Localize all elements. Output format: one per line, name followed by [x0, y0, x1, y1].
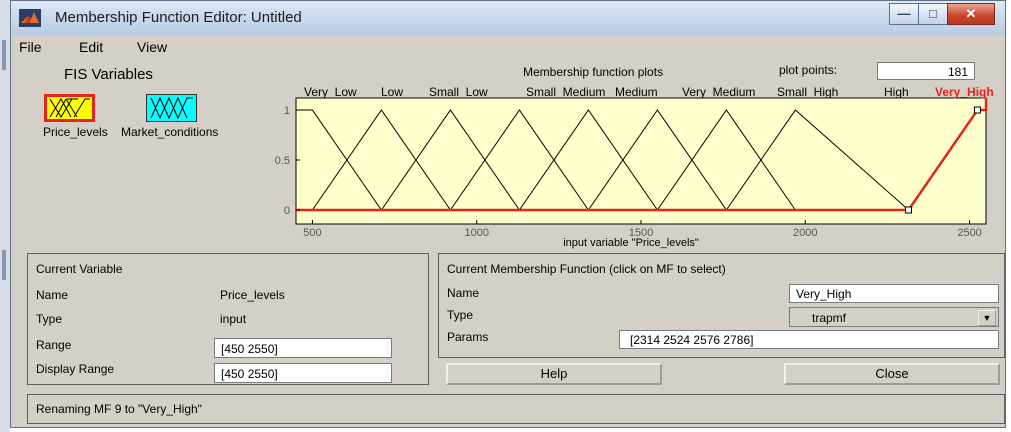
mf-label[interactable]: Small_Low [429, 85, 488, 99]
x-tick-label: 2500 [957, 227, 981, 239]
current-mf-panel: Current Membership Function (click on MF… [438, 253, 1005, 358]
mf-label[interactable]: Low [381, 85, 403, 99]
membership-function-plot: Very_Low Low Small_Low Small_Medium Medium Ve… [275, 85, 994, 249]
status-message: Renaming MF 9 to "Very_High" [36, 402, 202, 416]
plot-area[interactable] [295, 97, 987, 225]
background-desktop-strip [0, 0, 10, 432]
close-button[interactable]: Close [784, 363, 1000, 385]
x-tick-label: 2000 [793, 227, 817, 239]
x-tick-label: 500 [303, 227, 321, 239]
variable-name-value: Price_levels [220, 288, 285, 302]
mf-type-label: Type [447, 308, 474, 322]
mf-editor-window: Membership Function Editor: Untitled — □… [10, 0, 1006, 428]
y-tick-label: 1 [284, 105, 290, 117]
current-variable-header: Current Variable [36, 262, 123, 276]
variable-type-label: Type [36, 312, 63, 326]
mf-params-input[interactable]: [2314 2524 2576 2786] [619, 330, 999, 349]
range-input[interactable]: [450 2550] [214, 338, 392, 358]
mf-label[interactable]: Very_Low [304, 85, 357, 99]
mf-label[interactable]: Medium [615, 85, 658, 99]
mf-label[interactable]: Small_High [777, 85, 838, 99]
chevron-down-icon[interactable]: ▼ [978, 310, 996, 326]
mf-type-value: trapmf [812, 311, 847, 325]
mf-name-input[interactable]: Very_High [789, 284, 999, 303]
mf-name-label: Name [447, 286, 480, 300]
current-variable-panel: Current Variable Name Price_levels Type … [27, 253, 429, 385]
x-tick-label: 1000 [464, 227, 488, 239]
mf-label[interactable]: Very_Medium [682, 85, 755, 99]
variable-type-value: input [220, 312, 247, 326]
mf-drag-handle[interactable] [904, 206, 912, 214]
mf-label[interactable]: Small_Medium [526, 85, 605, 99]
current-mf-header: Current Membership Function (click on MF… [447, 262, 726, 276]
variable-name-label: Name [36, 288, 69, 302]
strip-mark [2, 40, 6, 70]
mf-type-select[interactable]: trapmf ▼ [789, 307, 999, 327]
status-bar: Renaming MF 9 to "Very_High" [27, 394, 1005, 424]
mf-label[interactable]: Very_High [935, 85, 994, 99]
mf-label[interactable]: High [884, 85, 909, 99]
mf-params-label: Params [447, 330, 489, 344]
y-tick-label: 0.5 [275, 155, 290, 167]
help-button[interactable]: Help [446, 363, 662, 385]
strip-mark [2, 250, 6, 280]
display-range-input[interactable]: [450 2550] [214, 363, 392, 383]
mf-drag-handle[interactable] [973, 106, 981, 114]
range-label: Range [36, 338, 72, 352]
x-axis-label: input variable "Price_levels" [563, 237, 699, 249]
y-tick-label: 0 [284, 205, 290, 217]
display-range-label: Display Range [36, 362, 115, 376]
